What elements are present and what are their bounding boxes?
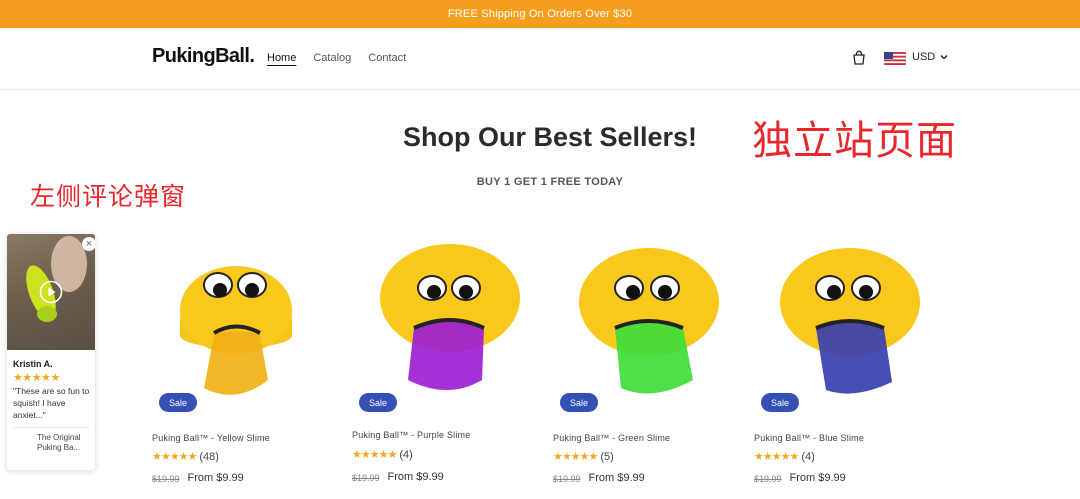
product-price: $19.99 From $9.99 [152,472,244,484]
product-card[interactable]: Sale Puking Ball™ - Blue Slime ★★★★★ (4)… [754,240,934,490]
rating-stars: ★★★★★ [754,451,799,463]
chevron-down-icon [940,55,948,60]
site-logo[interactable]: PukingBall. [152,45,255,68]
review-popup[interactable]: × Kristin A. ★★★★★ "These are so fun to … [7,234,95,470]
us-flag-icon[interactable] [884,52,906,65]
rating-stars: ★★★★★ [352,449,397,461]
cart-icon[interactable] [851,50,867,66]
product-rating: ★★★★★ (48) [152,450,219,464]
product-image[interactable] [754,240,934,415]
review-product-link[interactable]: The Original Puking Ba... [37,433,93,453]
sale-price: From $9.99 [187,472,244,484]
compare-price: $19.99 [754,474,782,484]
rating-stars: ★★★★★ [152,451,197,463]
sale-badge: Sale [159,393,198,412]
product-rating: ★★★★★ (4) [754,450,815,464]
announcement-bar: FREE Shipping On Orders Over $30 [0,0,1080,28]
review-stars: ★★★★★ [13,372,60,384]
slime-shape [408,319,484,390]
product-price: $19.99 From $9.99 [754,472,846,484]
review-text: "These are so fun to squish! I have anxi… [13,386,90,420]
main-nav: Home Catalog Contact [267,52,406,64]
rating-count: (4) [801,450,815,463]
product-title[interactable]: Puking Ball™ - Green Slime [553,433,670,443]
rating-count: (4) [399,448,413,461]
product-card[interactable]: Sale Puking Ball™ - Green Slime ★★★★★ (5… [553,240,733,490]
sale-price: From $9.99 [588,472,645,484]
nav-catalog[interactable]: Catalog [313,52,351,64]
product-title[interactable]: Puking Ball™ - Blue Slime [754,433,864,443]
slime-shape [204,331,268,395]
product-card[interactable]: Sale Puking Ball™ - Purple Slime ★★★★★ (… [352,240,532,490]
site-header: PukingBall. Home Catalog Contact USD [0,28,1080,90]
sale-badge: Sale [560,393,599,412]
sale-badge: Sale [761,393,800,412]
product-price: $19.99 From $9.99 [352,471,444,483]
currency-selector[interactable]: USD [912,51,948,63]
divider [13,427,89,428]
slime-shape [816,321,892,394]
compare-price: $19.99 [352,473,380,483]
sale-price: From $9.99 [789,472,846,484]
product-rating: ★★★★★ (4) [352,448,413,462]
announcement-text: FREE Shipping On Orders Over $30 [447,8,633,20]
rating-stars: ★★★★★ [553,451,598,463]
product-rating: ★★★★★ (5) [553,450,614,464]
compare-price: $19.99 [152,474,180,484]
product-price: $19.99 From $9.99 [553,472,645,484]
currency-label: USD [912,51,936,63]
annotation-left: 左侧评论弹窗 [30,182,187,211]
close-icon[interactable]: × [82,237,95,251]
rating-count: (48) [199,450,219,463]
slime-shape [615,321,693,394]
product-image[interactable] [352,240,532,415]
nav-home[interactable]: Home [267,52,296,64]
product-title[interactable]: Puking Ball™ - Yellow Slime [152,433,270,443]
product-card[interactable]: Sale Puking Ball™ - Yellow Slime ★★★★★ (… [152,240,332,490]
product-image[interactable] [152,240,332,415]
sale-price: From $9.99 [387,471,444,483]
product-title[interactable]: Puking Ball™ - Purple Slime [352,430,470,440]
annotation-right: 独立站页面 [752,118,957,164]
sale-badge: Sale [359,393,398,412]
reviewer-name: Kristin A. [13,359,53,369]
product-image[interactable] [553,240,733,415]
rating-count: (5) [600,450,614,463]
nav-contact[interactable]: Contact [368,52,406,64]
review-video-thumbnail[interactable] [7,234,95,350]
play-icon[interactable] [39,280,63,304]
compare-price: $19.99 [553,474,581,484]
